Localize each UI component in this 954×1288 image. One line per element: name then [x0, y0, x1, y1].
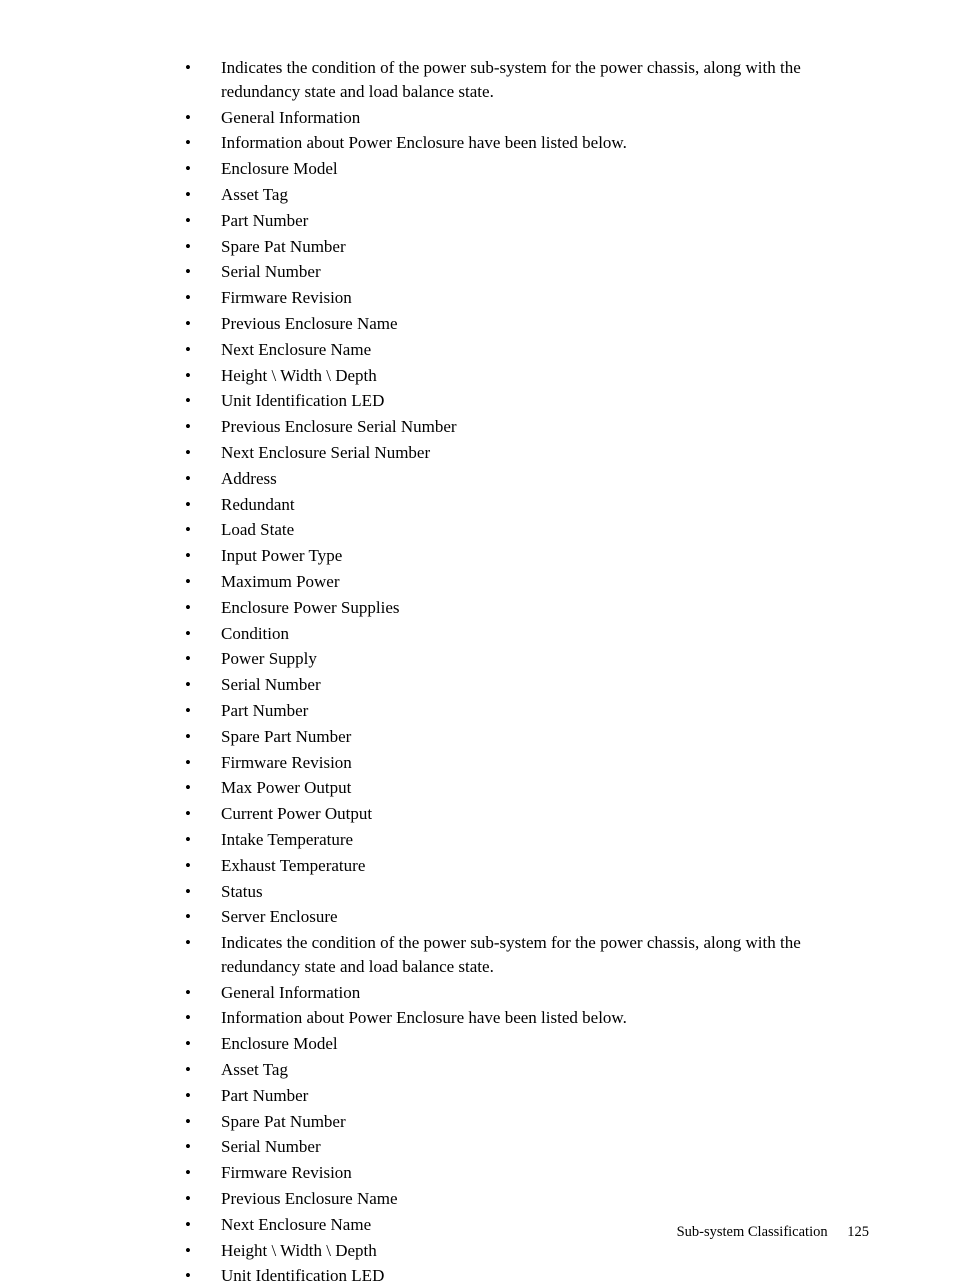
list-item: Height \ Width \ Depth: [185, 1239, 869, 1263]
list-item: Indicates the condition of the power sub…: [185, 931, 869, 979]
list-item: Serial Number: [185, 1135, 869, 1159]
footer-section-title: Sub-system Classification: [677, 1224, 828, 1240]
list-item: Max Power Output: [185, 776, 869, 800]
list-item: Previous Enclosure Serial Number: [185, 415, 869, 439]
list-item: Next Enclosure Name: [185, 338, 869, 362]
list-item: Address: [185, 467, 869, 491]
page-footer: Sub-system Classification 125: [677, 1224, 869, 1241]
list-item: Intake Temperature: [185, 828, 869, 852]
list-item: General Information: [185, 106, 869, 130]
list-item: General Information: [185, 981, 869, 1005]
list-item: Firmware Revision: [185, 751, 869, 775]
list-item: Firmware Revision: [185, 286, 869, 310]
list-item: Previous Enclosure Name: [185, 312, 869, 336]
list-item: Spare Pat Number: [185, 235, 869, 259]
list-item: Serial Number: [185, 260, 869, 284]
list-item: Information about Power Enclosure have b…: [185, 131, 869, 155]
list-item: Spare Part Number: [185, 725, 869, 749]
list-item: Enclosure Model: [185, 1032, 869, 1056]
list-item: Maximum Power: [185, 570, 869, 594]
list-item: Exhaust Temperature: [185, 854, 869, 878]
list-item: Indicates the condition of the power sub…: [185, 56, 869, 104]
list-item: Current Power Output: [185, 802, 869, 826]
list-item: Previous Enclosure Name: [185, 1187, 869, 1211]
list-item: Asset Tag: [185, 183, 869, 207]
list-item: Enclosure Model: [185, 157, 869, 181]
list-item: Status: [185, 880, 869, 904]
list-item: Power Supply: [185, 647, 869, 671]
list-item: Part Number: [185, 699, 869, 723]
list-item: Condition: [185, 622, 869, 646]
list-item: Asset Tag: [185, 1058, 869, 1082]
list-item: Height \ Width \ Depth: [185, 364, 869, 388]
list-item: Redundant: [185, 493, 869, 517]
list-item: Spare Pat Number: [185, 1110, 869, 1134]
bullet-list: Indicates the condition of the power sub…: [85, 56, 869, 1288]
list-item: Enclosure Power Supplies: [185, 596, 869, 620]
list-item: Unit Identification LED: [185, 389, 869, 413]
list-item: Part Number: [185, 209, 869, 233]
list-item: Server Enclosure: [185, 905, 869, 929]
list-item: Next Enclosure Serial Number: [185, 441, 869, 465]
list-item: Firmware Revision: [185, 1161, 869, 1185]
list-item: Information about Power Enclosure have b…: [185, 1006, 869, 1030]
list-item: Input Power Type: [185, 544, 869, 568]
list-item: Load State: [185, 518, 869, 542]
list-item: Unit Identification LED: [185, 1264, 869, 1288]
list-item: Part Number: [185, 1084, 869, 1108]
footer-page-number: 125: [847, 1224, 869, 1240]
list-item: Serial Number: [185, 673, 869, 697]
